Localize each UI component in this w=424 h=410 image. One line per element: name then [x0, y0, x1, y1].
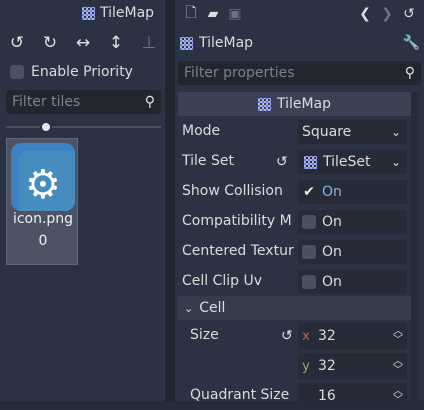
property-cell-size-y: y 32 ︿ ﹀ — [178, 350, 411, 380]
show-collision-toggle[interactable]: ✔ On — [298, 180, 407, 204]
class-section-header: TileMap — [178, 92, 411, 116]
tile-zoom-slider[interactable] — [6, 121, 161, 133]
spinner-arrows-icon[interactable]: ︿ ﹀ — [389, 387, 407, 406]
tile-name: icon.png — [12, 211, 74, 227]
property-cell-size-x: Size ↺ x 32 ︿ ﹀ — [178, 320, 411, 350]
clear-transform-icon[interactable]: ⊥ — [138, 32, 160, 54]
cell-size-y-input[interactable]: y 32 ︿ ﹀ — [298, 353, 407, 379]
enable-priority-checkbox[interactable] — [10, 65, 24, 79]
slider-grabber[interactable] — [40, 121, 52, 133]
inspector-object-header: TileMap 🔧 — [180, 33, 420, 53]
spinner-arrows-icon[interactable]: ︿ ﹀ — [389, 327, 407, 346]
mode-dropdown[interactable]: Square ⌄ — [298, 120, 407, 144]
checkbox[interactable] — [302, 245, 316, 259]
tilemap-icon — [180, 36, 193, 50]
tileset-icon — [304, 155, 317, 169]
flip-vertical-icon[interactable]: ↕ — [105, 32, 127, 54]
property-mode: Mode Square ⌄ — [178, 116, 411, 146]
tile-set-resource-picker[interactable]: TileSet ⌄ — [298, 150, 407, 174]
revert-icon[interactable]: ↺ — [281, 328, 293, 344]
cell-clip-uv-toggle[interactable]: On — [298, 270, 407, 294]
inspector-panel: 🗋 ▰ ▣ ❮ ❯ ↺ TileMap 🔧 Filter properties … — [175, 0, 424, 409]
object-name[interactable]: TileMap — [199, 35, 397, 51]
tilemap-palette-panel: TileMap ↺ ↻ ↔ ↕ ⊥ Enable Priority Filter… — [0, 0, 165, 401]
inspector-scrollbar[interactable] — [411, 92, 419, 401]
history-icon[interactable]: ↺ — [398, 4, 420, 24]
rotate-right-icon[interactable]: ↻ — [39, 32, 61, 54]
chevron-down-icon: ⌄ — [391, 125, 402, 139]
property-show-collision: Show Collision ✔ On — [178, 176, 411, 206]
filter-tiles-placeholder: Filter tiles — [12, 94, 81, 110]
save-icon[interactable]: ▣ — [224, 4, 246, 24]
property-cell-clip-uv: Cell Clip Uv On — [178, 266, 411, 296]
property-tile-set: Tile Set ↺ TileSet ⌄ — [178, 146, 411, 176]
cell-group-header[interactable]: ⌄ Cell — [178, 296, 411, 320]
property-compatibility-mode: Compatibility M On — [178, 206, 411, 236]
checkbox[interactable] — [302, 275, 316, 289]
search-icon: ⚲ — [404, 65, 415, 81]
cell-size-x-input[interactable]: x 32 ︿ ﹀ — [298, 323, 407, 349]
property-centered-textures: Centered Textur On — [178, 236, 411, 266]
tile-thumbnail: ⚙ — [11, 143, 75, 211]
panel-splitter[interactable] — [165, 0, 175, 401]
tile-index: 0 — [38, 233, 48, 249]
flip-horizontal-icon[interactable]: ↔ — [72, 32, 94, 54]
chevron-down-icon: ⌄ — [184, 301, 194, 315]
forward-icon[interactable]: ❯ — [376, 4, 398, 24]
palette-title: TileMap — [82, 3, 154, 23]
enable-priority-toggle[interactable]: Enable Priority — [10, 62, 133, 82]
checkbox[interactable] — [302, 215, 316, 229]
new-resource-icon[interactable]: 🗋 — [180, 4, 202, 24]
property-quadrant-size: Quadrant Size 16 ︿ ﹀ — [178, 380, 411, 410]
rotate-left-icon[interactable]: ↺ — [6, 32, 28, 54]
compatibility-mode-toggle[interactable]: On — [298, 210, 407, 234]
filter-properties-placeholder: Filter properties — [184, 65, 295, 81]
enable-priority-label: Enable Priority — [31, 64, 133, 80]
godot-logo-icon: ⚙ — [25, 162, 61, 208]
centered-textures-toggle[interactable]: On — [298, 240, 407, 264]
palette-toolbar: ↺ ↻ ↔ ↕ ⊥ — [6, 31, 160, 55]
property-list: TileMap Mode Square ⌄ Tile Set ↺ TileSet… — [178, 92, 411, 410]
search-icon: ⚲ — [144, 94, 155, 110]
object-tools-icon[interactable]: 🔧 — [403, 35, 420, 51]
revert-icon[interactable]: ↺ — [276, 154, 288, 170]
chevron-down-icon: ⌄ — [391, 155, 402, 169]
filter-tiles-input[interactable]: Filter tiles ⚲ — [6, 90, 161, 114]
spinner-arrows-icon[interactable]: ︿ ﹀ — [389, 357, 407, 376]
quadrant-size-input[interactable]: 16 ︿ ﹀ — [298, 383, 407, 409]
checkmark-icon[interactable]: ✔ — [302, 184, 316, 200]
filter-properties-input[interactable]: Filter properties ⚲ — [178, 61, 421, 85]
open-folder-icon[interactable]: ▰ — [202, 4, 224, 24]
inspector-toolbar: 🗋 ▰ ▣ ❮ ❯ ↺ — [180, 4, 420, 24]
back-icon[interactable]: ❮ — [354, 4, 376, 24]
tile-item[interactable]: ⚙ icon.png 0 — [6, 138, 78, 265]
tilemap-icon — [82, 6, 95, 20]
tilemap-icon — [257, 97, 271, 111]
